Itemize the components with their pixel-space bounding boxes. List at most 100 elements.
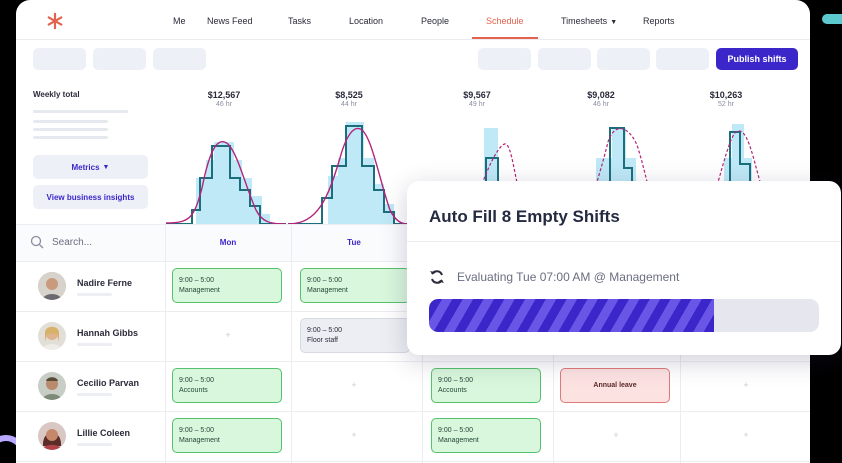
day-header-tue[interactable]: Tue: [291, 238, 417, 247]
add-shift-icon[interactable]: +: [683, 380, 809, 390]
add-shift-icon[interactable]: +: [553, 430, 679, 440]
search-field[interactable]: Search...: [30, 235, 92, 249]
toolbar-action-4[interactable]: [656, 48, 709, 70]
auto-fill-dialog: Auto Fill 8 Empty Shifts Evaluating Tue …: [407, 181, 841, 355]
employee-subtitle-placeholder: [77, 393, 112, 396]
chevron-down-icon: ▼: [102, 163, 110, 171]
progress-bar-fill: [429, 299, 714, 332]
metrics-label: Metrics: [71, 162, 100, 172]
shift-card[interactable]: 9:00 – 5:00 Management: [172, 268, 282, 303]
day-amount: $9,082: [587, 90, 615, 100]
day-hours: 49 hr: [469, 101, 485, 108]
placeholder-line: [33, 110, 128, 113]
add-shift-icon[interactable]: +: [291, 380, 417, 390]
avatar[interactable]: [38, 272, 66, 300]
shift-role: Accounts: [438, 387, 467, 394]
shift-time: 9:00 – 5:00: [179, 277, 215, 284]
search-icon: [30, 235, 44, 249]
shift-time: 9:00 – 5:00: [438, 427, 474, 434]
shift-card[interactable]: 9:00 – 5:00 Management: [172, 418, 282, 453]
toolbar: Publish shifts: [16, 40, 810, 78]
top-nav: Me News Feed Tasks Location People Sched…: [16, 0, 810, 40]
dialog-title: Auto Fill 8 Empty Shifts: [429, 207, 620, 226]
shift-role: Management: [179, 437, 220, 444]
nav-news-feed[interactable]: News Feed: [207, 16, 253, 26]
nav-people[interactable]: People: [421, 16, 449, 26]
employee-name: Hannah Gibbs: [77, 328, 139, 338]
nav-location[interactable]: Location: [349, 16, 383, 26]
toolbar-action-2[interactable]: [538, 48, 591, 70]
shift-role: Management: [438, 437, 479, 444]
nav-schedule[interactable]: Schedule: [486, 16, 524, 26]
shift-role: Management: [307, 287, 348, 294]
demand-chart-tue: [288, 122, 408, 224]
nav-timesheets-label: Timesheets: [561, 16, 608, 26]
day-stat-tue: $8,525 44 hr: [289, 90, 409, 108]
day-stat-thu: $9,082 46 hr: [541, 90, 661, 108]
metrics-dropdown[interactable]: Metrics ▼: [33, 155, 148, 179]
add-shift-icon[interactable]: +: [291, 430, 417, 440]
shift-role: Accounts: [179, 387, 208, 394]
employee-subtitle-placeholder: [77, 293, 112, 296]
shift-time: 9:00 – 5:00: [179, 377, 215, 384]
day-amount: $8,525: [335, 90, 363, 100]
employee-row-lillie: Lillie Coleen 9:00 – 5:00 Management + 9…: [16, 412, 810, 462]
add-shift-icon[interactable]: +: [165, 330, 291, 340]
refresh-icon: [430, 270, 444, 284]
view-business-insights-button[interactable]: View business insights: [33, 185, 148, 209]
annual-leave-card[interactable]: Annual leave: [560, 368, 670, 403]
employee-name: Lillie Coleen: [77, 428, 131, 438]
avatar[interactable]: [38, 422, 66, 450]
shift-card[interactable]: 9:00 – 5:00 Floor staff: [300, 318, 410, 353]
toolbar-filter-2[interactable]: [93, 48, 146, 70]
shift-role: Floor staff: [307, 337, 338, 344]
shift-role: Management: [179, 287, 220, 294]
day-amount: $10,263: [709, 90, 743, 100]
day-header-mon[interactable]: Mon: [165, 238, 291, 247]
day-hours: 46 hr: [216, 101, 232, 108]
employee-name: Nadire Ferne: [77, 278, 133, 288]
employee-subtitle-placeholder: [77, 343, 112, 346]
decorative-teal-shape: [822, 14, 842, 24]
publish-shifts-button[interactable]: Publish shifts: [716, 48, 798, 70]
placeholder-line: [33, 136, 108, 139]
day-hours: 44 hr: [341, 101, 357, 108]
shift-time: 9:00 – 5:00: [179, 427, 215, 434]
dialog-divider: [407, 241, 841, 242]
stage: Me News Feed Tasks Location People Sched…: [0, 0, 842, 463]
nav-timesheets[interactable]: Timesheets ▼: [561, 16, 617, 26]
shift-time: 9:00 – 5:00: [307, 327, 343, 334]
weekly-total-label: Weekly total: [33, 90, 80, 99]
shift-time: 9:00 – 5:00: [438, 377, 474, 384]
employee-row-cecilio: Cecilio Parvan 9:00 – 5:00 Accounts + 9:…: [16, 362, 810, 412]
day-stat-wed: $9,567 49 hr: [417, 90, 537, 108]
evaluation-status: Evaluating Tue 07:00 AM @ Management: [429, 269, 679, 285]
avatar[interactable]: [38, 322, 66, 350]
add-shift-icon[interactable]: +: [683, 430, 809, 440]
toolbar-action-3[interactable]: [597, 48, 650, 70]
day-amount: $9,567: [463, 90, 491, 100]
shift-card[interactable]: 9:00 – 5:00 Management: [431, 418, 541, 453]
avatar[interactable]: [38, 372, 66, 400]
day-stat-fri: $10,263 52 hr: [666, 90, 786, 108]
day-hours: 52 hr: [718, 101, 734, 108]
asterisk-logo-icon[interactable]: [46, 12, 64, 30]
day-stat-mon: $12,567 46 hr: [164, 90, 284, 108]
search-placeholder: Search...: [52, 236, 93, 248]
day-amount: $12,567: [207, 90, 241, 100]
shift-card[interactable]: 9:00 – 5:00 Accounts: [172, 368, 282, 403]
placeholder-line: [33, 128, 108, 131]
demand-chart-mon: [166, 141, 286, 224]
employee-name: Cecilio Parvan: [77, 378, 140, 388]
shift-card[interactable]: 9:00 – 5:00 Accounts: [431, 368, 541, 403]
progress-bar: [429, 299, 819, 332]
toolbar-action-1[interactable]: [478, 48, 531, 70]
nav-tasks[interactable]: Tasks: [288, 16, 311, 26]
placeholder-line: [33, 120, 108, 123]
shift-card[interactable]: 9:00 – 5:00 Management: [300, 268, 410, 303]
nav-me[interactable]: Me: [173, 16, 186, 26]
toolbar-filter-3[interactable]: [153, 48, 206, 70]
status-text: Evaluating Tue 07:00 AM @ Management: [457, 270, 680, 284]
nav-reports[interactable]: Reports: [643, 16, 675, 26]
toolbar-filter-1[interactable]: [33, 48, 86, 70]
